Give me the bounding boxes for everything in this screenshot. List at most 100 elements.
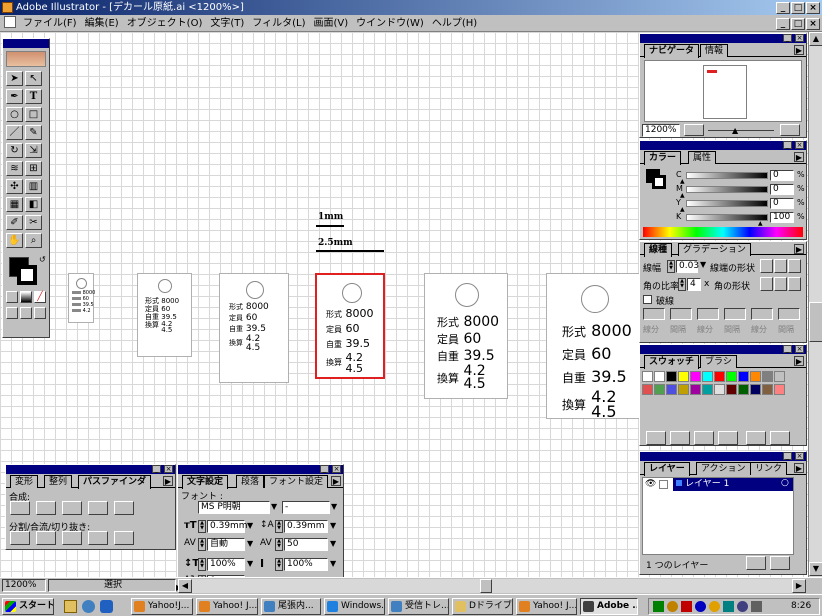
- menu-item[interactable]: オブジェクト(O): [123, 15, 207, 32]
- trim-icon[interactable]: [36, 531, 56, 545]
- tray-icon[interactable]: [709, 601, 720, 612]
- menu-item[interactable]: 文字(T): [206, 15, 248, 32]
- tracking-field[interactable]: 50: [284, 538, 328, 551]
- tab-navigator[interactable]: ナビゲータ: [644, 44, 700, 58]
- direct-selection-tool-icon[interactable]: ↖: [25, 71, 42, 86]
- taskbar-window-button[interactable]: Yahoo! J...: [196, 598, 258, 615]
- menu-item[interactable]: 画面(V): [309, 15, 352, 32]
- kerning-dropdown-icon[interactable]: ▼: [247, 539, 253, 548]
- panel-close-icon[interactable]: ×: [332, 465, 341, 473]
- channel-slider[interactable]: [686, 214, 768, 221]
- zoom-tool-icon[interactable]: ⌕: [25, 233, 42, 248]
- color-mode-icon[interactable]: [6, 291, 18, 303]
- layer-target-icon[interactable]: ○: [781, 478, 789, 488]
- stroke-color-swatch[interactable]: [17, 265, 37, 285]
- tray-icon[interactable]: [723, 601, 734, 612]
- warp-tool-icon[interactable]: ≋: [6, 161, 23, 176]
- panel-minimize-icon[interactable]: _: [320, 465, 329, 473]
- swatch[interactable]: [666, 371, 677, 382]
- taskbar-window-button[interactable]: Dドライブ...: [452, 598, 513, 615]
- vscale-dropdown-icon[interactable]: ▼: [247, 559, 253, 568]
- tab-layers[interactable]: レイヤー: [644, 462, 690, 476]
- layer-name-highlight[interactable]: レイヤー 1: [673, 478, 793, 491]
- tab-attributes[interactable]: 属性: [688, 151, 717, 164]
- decal-card-4-selected[interactable]: 形式 8000 定員 60 自重 39.5 換算 4.2 4.5: [315, 273, 385, 379]
- navigator-zoom-field[interactable]: 1200%: [642, 124, 680, 137]
- doc-close-button[interactable]: ×: [806, 18, 820, 30]
- font-size-field[interactable]: 0.39mm: [207, 520, 248, 533]
- channel-slider[interactable]: [686, 172, 768, 179]
- panel-close-icon[interactable]: ×: [164, 465, 173, 473]
- hscale-dropdown-icon[interactable]: ▼: [330, 559, 336, 568]
- maximize-button[interactable]: □: [791, 2, 805, 14]
- tray-icon[interactable]: [667, 601, 678, 612]
- rectangle-tool-icon[interactable]: □: [25, 107, 42, 122]
- rotate-tool-icon[interactable]: ↻: [6, 143, 23, 158]
- tab-actions[interactable]: アクション: [696, 462, 751, 475]
- tab-info[interactable]: 情報: [700, 44, 729, 57]
- lock-toggle[interactable]: [659, 480, 668, 489]
- free-transform-tool-icon[interactable]: ⊞: [25, 161, 42, 176]
- ie-icon[interactable]: [100, 600, 113, 613]
- channel-value-field[interactable]: 0: [770, 170, 794, 181]
- font-dropdown-icon[interactable]: ▼: [271, 502, 277, 511]
- channel-slider[interactable]: [686, 200, 768, 207]
- layer-row[interactable]: 👁 レイヤー 1 ○: [643, 478, 793, 492]
- swatch[interactable]: [690, 384, 701, 395]
- swatch[interactable]: [738, 384, 749, 395]
- swatch[interactable]: [690, 371, 701, 382]
- channel-value-field[interactable]: 0: [770, 198, 794, 209]
- scroll-left-icon[interactable]: ◀: [178, 579, 192, 593]
- menu-item[interactable]: ファイル(F): [19, 15, 81, 32]
- taskbar-window-button[interactable]: 尾張内...: [261, 598, 321, 615]
- swatch[interactable]: [714, 384, 725, 395]
- selection-tool-icon[interactable]: ➤: [6, 71, 23, 86]
- decal-card-6[interactable]: 形式 8000 定員 60 自重 39.5 換算 4.2 4.5: [546, 273, 640, 420]
- ellipse-tool-icon[interactable]: ○: [6, 107, 23, 122]
- pencil-tool-icon[interactable]: ✎: [25, 125, 42, 140]
- tracking-spinner[interactable]: ▲ ▼: [275, 538, 283, 551]
- desktop-icon[interactable]: [64, 600, 77, 613]
- swatch[interactable]: [750, 371, 761, 382]
- tray-icon[interactable]: [681, 601, 692, 612]
- navigator-preview[interactable]: [644, 60, 802, 122]
- show-gradient-swatches-icon[interactable]: [694, 431, 714, 445]
- stroke-weight-dropdown-icon[interactable]: ▼: [700, 260, 706, 269]
- menu-item[interactable]: ウインドウ(W): [352, 15, 428, 32]
- decal-card-1[interactable]: 8000 60 39.5 4.2: [68, 273, 95, 323]
- bevel-join-icon[interactable]: [788, 277, 801, 291]
- tab-character[interactable]: 文字設定: [182, 475, 229, 489]
- tab-swatches[interactable]: スウォッチ: [644, 355, 700, 369]
- taskbar-window-button[interactable]: Yahoo!J...: [131, 598, 193, 615]
- dash-checkbox[interactable]: [643, 295, 652, 304]
- color-stroke-preview[interactable]: [652, 175, 666, 189]
- leading-field[interactable]: 0.39mm: [284, 520, 328, 533]
- swatch[interactable]: [654, 371, 665, 382]
- kerning-spinner[interactable]: ▲ ▼: [198, 538, 206, 551]
- decal-card-2[interactable]: 形式 8000 定員 60 自重 39.5 換算 4.2 4.5: [137, 273, 192, 357]
- channel-slider[interactable]: [686, 186, 768, 193]
- menu-item[interactable]: 編集(E): [81, 15, 123, 32]
- zoom-slider-thumb-icon[interactable]: ▲: [732, 126, 738, 135]
- divide-icon[interactable]: [10, 531, 30, 545]
- menu-item[interactable]: ヘルプ(H): [428, 15, 481, 32]
- dash-field[interactable]: [751, 308, 773, 320]
- miter-spinner[interactable]: ▲ ▼: [678, 278, 686, 291]
- menu-item[interactable]: フィルタ(L): [248, 15, 309, 32]
- swatch[interactable]: [702, 384, 713, 395]
- stroke-weight-field[interactable]: 0.03: [676, 260, 699, 273]
- taskbar-window-button[interactable]: Windows...: [324, 598, 385, 615]
- panel-minimize-icon[interactable]: _: [783, 34, 792, 42]
- gradient-tool-icon[interactable]: ◧: [25, 197, 42, 212]
- merge-icon[interactable]: [62, 531, 82, 545]
- close-button[interactable]: ×: [806, 2, 820, 14]
- dash-field[interactable]: [778, 308, 800, 320]
- vertical-scrollbar[interactable]: ▲ ▼: [808, 32, 822, 577]
- leading-spinner[interactable]: ▲ ▼: [275, 520, 283, 533]
- start-button[interactable]: スタート: [2, 598, 54, 615]
- dash-field[interactable]: [724, 308, 746, 320]
- panel-close-icon[interactable]: ×: [795, 141, 804, 149]
- minus-back-icon[interactable]: [114, 501, 134, 515]
- new-layer-icon[interactable]: [746, 556, 766, 570]
- miter-join-icon[interactable]: [760, 277, 773, 291]
